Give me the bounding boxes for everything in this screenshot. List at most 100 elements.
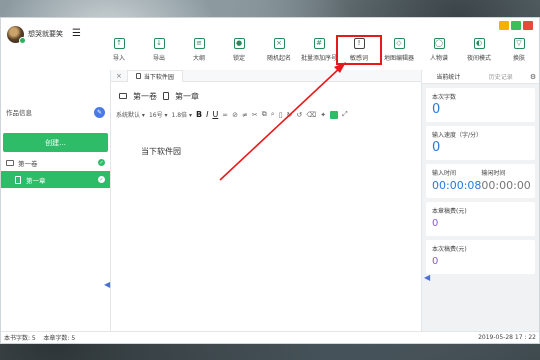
- italic-icon[interactable]: I: [206, 110, 208, 119]
- maximize-button[interactable]: [511, 21, 521, 30]
- redo-icon[interactable]: ↻: [287, 111, 293, 119]
- session-fee-label: 本次稿费(元): [432, 246, 467, 253]
- copy-icon[interactable]: ⧉: [262, 110, 267, 119]
- toolbar-button-4[interactable]: × 随机起名: [259, 38, 299, 62]
- close-button[interactable]: [523, 21, 533, 30]
- stats-tab-bar: 当前统计 历史记录 ⚙: [422, 70, 539, 84]
- book-word-count: 本书字数: 5: [4, 335, 36, 342]
- toolbar-button-9[interactable]: ◐ 夜间模式: [459, 38, 499, 62]
- editor-content: 当下软件园: [141, 147, 181, 156]
- toolbar-label: 换肤: [512, 55, 525, 62]
- line-height-select[interactable]: 1.8倍 ▾: [172, 110, 192, 119]
- toolbar-button-2[interactable]: ≡ 大纲: [179, 38, 219, 62]
- sidebar-item-chapter[interactable]: 第一章 ✓: [1, 171, 110, 188]
- cut-icon[interactable]: ✂: [252, 111, 258, 119]
- window-controls: [499, 21, 533, 30]
- save-icon[interactable]: [330, 110, 339, 119]
- underline-icon[interactable]: U: [212, 110, 218, 119]
- strike-icon[interactable]: ≠: [242, 111, 248, 119]
- toolbar-button-5[interactable]: # 批量添加序号: [299, 38, 339, 62]
- check-icon: ✓: [98, 159, 105, 166]
- current-words-label: 本次字数: [432, 94, 457, 101]
- writer-app-window: 想哭就要笑 ☰ ↑ 导入 ↓ 导出 ≡ 大纲 ● 锁定 × 随机起名 # 批量添加序号! 敏感词 ◇ 地图编…: [0, 17, 540, 344]
- chapter-fee-card: 本章稿费(元) 0: [426, 202, 535, 236]
- chapter-fee-value: 0: [432, 218, 439, 229]
- link-icon[interactable]: ∞: [222, 111, 228, 119]
- numbering-icon: #: [313, 38, 325, 49]
- lock-icon: ●: [233, 38, 245, 49]
- format-toolbar: 系统默认 ▾ 16号 ▾ 1.8倍 ▾ B I U ∞ ⊘ ≠ ✂ ⧉ ⌕ ▯ …: [111, 107, 421, 122]
- folder-icon: [6, 159, 14, 166]
- undo-icon[interactable]: ↺: [296, 111, 302, 119]
- font-select[interactable]: 系统默认 ▾: [116, 110, 145, 119]
- collapse-left-icon[interactable]: ◀: [104, 280, 110, 289]
- toolbar-button-8[interactable]: ◯ 人物谱: [419, 38, 459, 62]
- toolbar-button-3[interactable]: ● 锁定: [219, 38, 259, 62]
- menu-icon[interactable]: ☰: [72, 29, 81, 39]
- breadcrumb: 第一卷 第一章: [111, 86, 421, 106]
- toolbar-button-6[interactable]: ! 敏感词: [336, 35, 382, 65]
- chapter-word-count: 本章字数: 5: [43, 335, 76, 342]
- pause-time-label: 输闲时间: [481, 170, 506, 177]
- editor-text-area[interactable]: 当下软件园: [111, 122, 421, 331]
- editor-pane: × 当下软件园 第一卷 第一章 系统默认 ▾ 16号 ▾ 1.8倍 ▾ B I …: [111, 69, 421, 331]
- toolbar-label: 地图编辑器: [383, 55, 414, 62]
- toolbar-button-7[interactable]: ◇ 地图编辑器: [379, 38, 419, 62]
- magic-icon[interactable]: ✦: [320, 111, 326, 119]
- collapse-right-icon[interactable]: ◀: [424, 273, 430, 282]
- status-bar: 本书字数: 5 本章字数: 5 2019-05-28 17 : 22: [1, 331, 539, 343]
- main-toolbar: ↑ 导入 ↓ 导出 ≡ 大纲 ● 锁定 × 随机起名 # 批量添加序号! 敏感词 ◇ 地图编辑器 ◯ 人物谱 ◐ 夜…: [89, 18, 539, 70]
- toolbar-label: 大纲: [192, 55, 205, 62]
- breadcrumb-volume[interactable]: 第一卷: [133, 91, 157, 102]
- sidebar-item-volume[interactable]: 第一卷 ✓: [1, 155, 110, 170]
- speed-card: 输入速度（字/分） 0: [426, 126, 535, 160]
- outline-icon: ≡: [193, 38, 205, 49]
- time-card: 输入时间 00:00:08 输闲时间 00:00:00: [426, 164, 535, 198]
- upload-icon: ↑: [113, 38, 125, 49]
- toolbar-label: 随机起名: [266, 55, 291, 62]
- bold-icon[interactable]: B: [196, 110, 202, 119]
- font-value: 系统默认: [116, 112, 141, 119]
- moon-icon: ◐: [473, 38, 485, 49]
- toolbar-label: 批量添加序号: [300, 55, 337, 62]
- minimize-button[interactable]: [499, 21, 509, 30]
- person-icon: ◯: [433, 38, 445, 49]
- toolbar-button-1[interactable]: ↓ 导出: [139, 38, 179, 62]
- search-icon[interactable]: ⌕: [271, 110, 275, 119]
- input-time-value: 00:00:08: [432, 179, 482, 192]
- session-fee-value: 0: [432, 256, 439, 267]
- toolbar-label: 人物谱: [429, 55, 448, 62]
- main-area: 作品信息 ✎ 创建... 第一卷 ✓ 第一章 ✓ ◀ × 当下软件园 第一卷 第…: [1, 69, 539, 331]
- tab-current-stats[interactable]: 当前统计: [422, 72, 475, 81]
- tab-label: 当下软件园: [143, 73, 174, 81]
- gear-icon[interactable]: ⚙: [527, 73, 539, 81]
- stats-panel: 当前统计 历史记录 ⚙ 本次字数 0 输入速度（字/分） 0 输入时间 00:0…: [421, 70, 539, 331]
- toolbar-label: 敏感词: [349, 55, 368, 62]
- avatar[interactable]: [7, 26, 26, 44]
- paste-icon[interactable]: ▯: [279, 111, 283, 119]
- size-select[interactable]: 16号 ▾: [149, 110, 168, 119]
- unlink-icon[interactable]: ⊘: [232, 111, 238, 119]
- chapter-label: 第一章: [26, 176, 46, 185]
- tab-document[interactable]: 当下软件园: [126, 69, 183, 82]
- document-icon: [163, 92, 169, 100]
- download-icon: ↓: [153, 38, 165, 49]
- create-button[interactable]: 创建...: [3, 133, 108, 152]
- speed-label: 输入速度（字/分）: [432, 132, 483, 139]
- pause-time-value: 00:00:00: [481, 179, 531, 192]
- tab-history[interactable]: 历史记录: [475, 72, 528, 81]
- toolbar-button-10[interactable]: ▽ 换肤: [499, 38, 539, 62]
- map-icon: ◇: [393, 38, 405, 49]
- toolbar-label: 锁定: [232, 55, 245, 62]
- fullscreen-icon[interactable]: ⤢: [342, 110, 348, 119]
- random-name-icon: ×: [273, 38, 285, 49]
- work-info-label: 作品信息: [6, 109, 32, 117]
- edit-icon[interactable]: ✎: [94, 106, 105, 118]
- toolbar-button-0[interactable]: ↑ 导入: [99, 38, 139, 62]
- clear-icon[interactable]: ⌫: [306, 111, 316, 119]
- tab-bar: × 当下软件园: [111, 69, 421, 82]
- breadcrumb-chapter[interactable]: 第一章: [175, 91, 199, 102]
- toolbar-label: 导出: [152, 55, 165, 62]
- folder-icon: [119, 93, 127, 99]
- close-tab-icon[interactable]: ×: [111, 72, 127, 80]
